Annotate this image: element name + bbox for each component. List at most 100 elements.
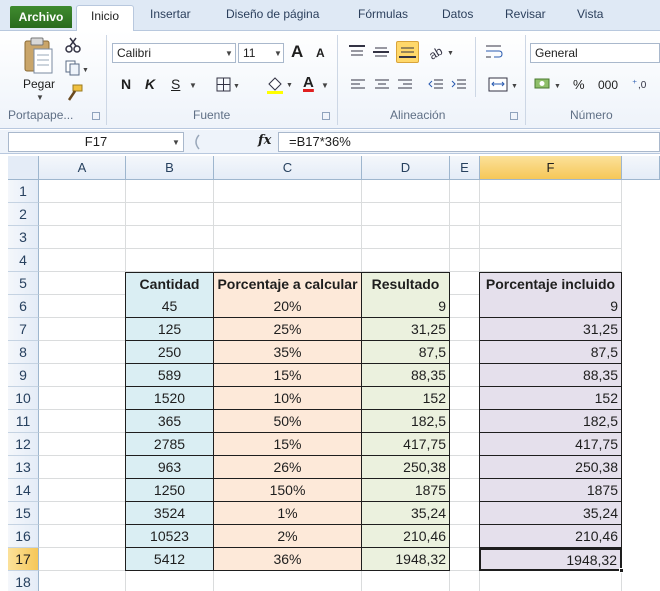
cell-cantidad[interactable]: 10523	[125, 525, 214, 548]
cell-resultado[interactable]: 1875	[362, 479, 450, 502]
column-header-b[interactable]: B	[126, 156, 214, 180]
tab-diseno-pagina[interactable]: Diseño de página	[226, 7, 319, 21]
cell-porcentaje[interactable]: 25%	[214, 318, 362, 341]
bold-button[interactable]: N	[121, 76, 131, 92]
cell-resultado[interactable]: 87,5	[362, 341, 450, 364]
cell-porcentaje-incluido[interactable]: 1875	[479, 479, 622, 502]
cell-porcentaje[interactable]: 20%	[214, 295, 362, 318]
row-header-17[interactable]: 17	[8, 548, 39, 571]
row-header-10[interactable]: 10	[8, 387, 39, 410]
font-name-dropdown-icon[interactable]: ▼	[225, 49, 233, 58]
cell-porcentaje-incluido[interactable]: 88,35	[479, 364, 622, 387]
row-header-1[interactable]: 1	[8, 180, 39, 203]
cell-resultado[interactable]: 35,24	[362, 502, 450, 525]
row-header-15[interactable]: 15	[8, 502, 39, 525]
decrease-indent-icon[interactable]	[428, 78, 444, 95]
copy-icon[interactable]: ▼	[65, 60, 89, 79]
row-header-16[interactable]: 16	[8, 525, 39, 548]
cell-cantidad[interactable]: 5412	[125, 548, 214, 571]
font-name-select[interactable]: Calibri	[112, 43, 236, 63]
cell-porcentaje[interactable]: 1%	[214, 502, 362, 525]
column-header-d[interactable]: D	[362, 156, 450, 180]
cell-porcentaje-incluido[interactable]: 35,24	[479, 502, 622, 525]
row-header-13[interactable]: 13	[8, 456, 39, 479]
comma-style-button[interactable]: 000	[598, 78, 618, 92]
cell-porcentaje-incluido[interactable]: 417,75	[479, 433, 622, 456]
tab-vista[interactable]: Vista	[577, 7, 603, 21]
header-cell-incluido[interactable]: Porcentaje incluido	[479, 272, 622, 296]
font-color-button[interactable]: A	[303, 74, 314, 91]
name-box-dropdown-icon[interactable]: ▼	[172, 138, 180, 147]
tab-inicio[interactable]: Inicio	[76, 5, 134, 32]
orientation-icon[interactable]: ab ▼	[426, 43, 456, 64]
cell-cantidad[interactable]: 963	[125, 456, 214, 479]
increase-decimal-icon[interactable]: ⁺ ,0	[632, 76, 660, 95]
cell-porcentaje-incluido[interactable]: 152	[479, 387, 622, 410]
align-center-icon[interactable]	[374, 78, 390, 95]
cell-resultado[interactable]: 210,46	[362, 525, 450, 548]
font-launcher-icon[interactable]	[322, 112, 330, 120]
cell-porcentaje-incluido[interactable]: 9	[479, 295, 622, 318]
percent-style-button[interactable]: %	[573, 77, 585, 92]
column-header-f[interactable]: F	[480, 156, 622, 180]
cell-resultado[interactable]: 250,38	[362, 456, 450, 479]
cell-porcentaje-incluido[interactable]: 210,46	[479, 525, 622, 548]
cell-resultado[interactable]: 88,35	[362, 364, 450, 387]
cell-cantidad[interactable]: 125	[125, 318, 214, 341]
column-header-c[interactable]: C	[214, 156, 362, 180]
header-cell-porcentaje[interactable]: Porcentaje a calcular	[213, 272, 362, 296]
cell-porcentaje-incluido[interactable]: 182,5	[479, 410, 622, 433]
cell-resultado[interactable]: 182,5	[362, 410, 450, 433]
borders-icon[interactable]: ▼	[216, 77, 242, 96]
cell-cantidad[interactable]: 3524	[125, 502, 214, 525]
row-header-18[interactable]: 18	[8, 571, 39, 591]
paste-button[interactable]	[22, 37, 56, 79]
cell-porcentaje[interactable]: 35%	[214, 341, 362, 364]
row-header-3[interactable]: 3	[8, 226, 39, 249]
increase-indent-icon[interactable]	[451, 78, 467, 95]
row-header-6[interactable]: 6	[8, 295, 39, 318]
format-painter-icon[interactable]	[65, 84, 83, 105]
cell-cantidad[interactable]: 45	[125, 295, 214, 318]
cell-resultado[interactable]: 152	[362, 387, 450, 410]
row-header-9[interactable]: 9	[8, 364, 39, 387]
align-left-icon[interactable]	[350, 78, 366, 95]
column-header-e[interactable]: E	[450, 156, 480, 180]
align-middle-icon[interactable]	[372, 44, 390, 63]
grow-font-button[interactable]: A	[291, 42, 303, 62]
cell-resultado[interactable]: 9	[362, 295, 450, 318]
cell-porcentaje-incluido[interactable]: 31,25	[479, 318, 622, 341]
cell-cantidad[interactable]: 1520	[125, 387, 214, 410]
cell-cantidad[interactable]: 589	[125, 364, 214, 387]
active-cell[interactable]: 1948,32	[479, 548, 622, 571]
cell-cantidad[interactable]: 1250	[125, 479, 214, 502]
accounting-format-icon[interactable]: ▼	[534, 75, 564, 96]
row-header-12[interactable]: 12	[8, 433, 39, 456]
align-top-icon[interactable]	[348, 44, 366, 63]
font-color-dropdown-icon[interactable]: ▼	[321, 81, 329, 90]
insert-function-button[interactable]: fx	[258, 133, 271, 148]
fill-color-icon[interactable]: ▼	[266, 75, 296, 98]
cell-porcentaje[interactable]: 26%	[214, 456, 362, 479]
cell-porcentaje[interactable]: 2%	[214, 525, 362, 548]
row-header-8[interactable]: 8	[8, 341, 39, 364]
tab-archivo[interactable]: Archivo	[10, 6, 72, 28]
cell-cantidad[interactable]: 365	[125, 410, 214, 433]
paste-dropdown-icon[interactable]: ▼	[36, 93, 44, 102]
tab-datos[interactable]: Datos	[442, 7, 473, 21]
cell-cantidad[interactable]: 2785	[125, 433, 214, 456]
cell-porcentaje[interactable]: 36%	[214, 548, 362, 571]
column-header-next[interactable]	[622, 156, 660, 180]
italic-button[interactable]: K	[145, 76, 155, 92]
cut-icon[interactable]	[65, 37, 81, 56]
cell-porcentaje-incluido[interactable]: 87,5	[479, 341, 622, 364]
row-header-4[interactable]: 4	[8, 249, 39, 272]
tab-formulas[interactable]: Fórmulas	[358, 7, 408, 21]
cell-porcentaje[interactable]: 15%	[214, 433, 362, 456]
align-bottom-button[interactable]	[396, 41, 419, 63]
cell-porcentaje[interactable]: 50%	[214, 410, 362, 433]
row-header-2[interactable]: 2	[8, 203, 39, 226]
cell-porcentaje-incluido[interactable]: 250,38	[479, 456, 622, 479]
row-header-5[interactable]: 5	[8, 272, 39, 295]
alignment-launcher-icon[interactable]	[510, 112, 518, 120]
